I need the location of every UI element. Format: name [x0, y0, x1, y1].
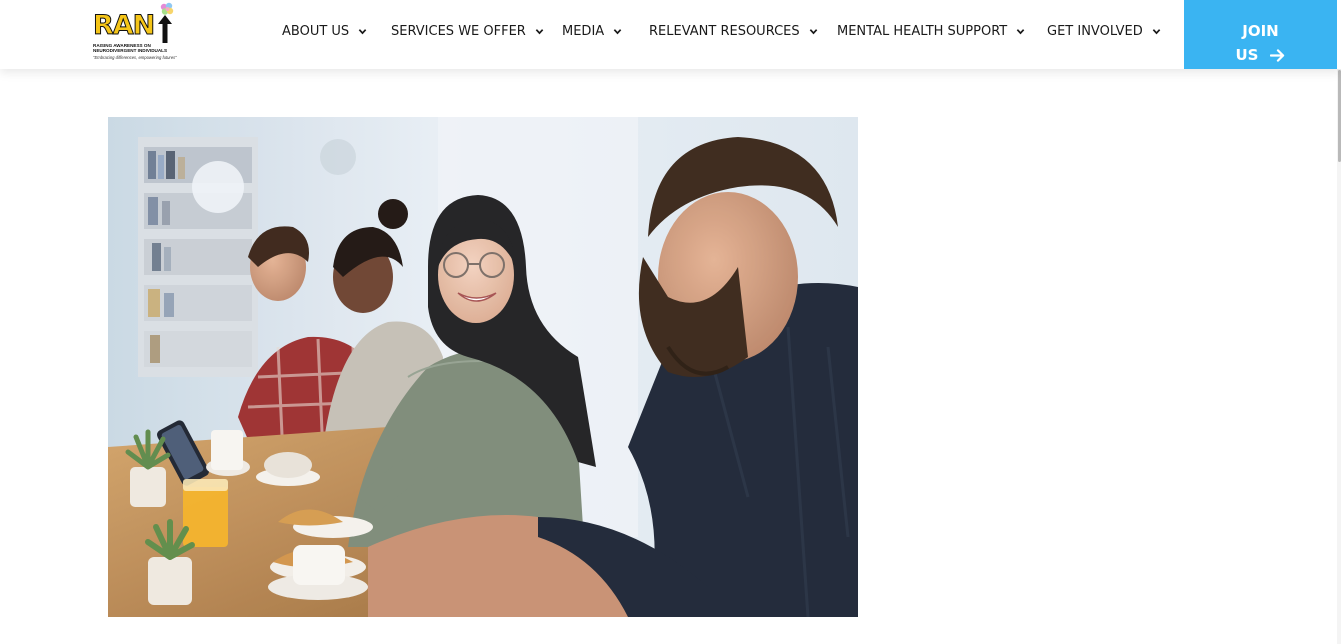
- site-logo[interactable]: RAN RAISING AWARENESS ON NEURODIVERGENT …: [91, 2, 181, 64]
- nav-item-mental-health-support[interactable]: MENTAL HEALTH SUPPORT: [837, 22, 1025, 40]
- nav-item-label: MENTAL HEALTH SUPPORT: [837, 23, 1008, 39]
- logo-subtitle: RAISING AWARENESS ON NEURODIVERGENT INDI…: [93, 43, 179, 53]
- chevron-down-icon: [1152, 28, 1161, 34]
- nav-item-label: GET INVOLVED: [1047, 23, 1143, 39]
- nav-item-relevant-resources[interactable]: RELEVANT RESOURCES: [649, 22, 818, 40]
- chevron-down-icon: [358, 28, 367, 34]
- join-us-button[interactable]: JOIN US: [1184, 0, 1337, 69]
- logo-tagline: "Embracing differences, empowering futur…: [93, 55, 177, 60]
- join-button-line2-row: US: [1184, 46, 1337, 64]
- cafe-group-photo: [108, 117, 858, 617]
- logo-text: RAN: [92, 10, 155, 41]
- chevron-down-icon: [613, 28, 622, 34]
- chevron-down-icon: [1016, 28, 1025, 34]
- nav-item-services-we-offer[interactable]: SERVICES WE OFFER: [391, 22, 544, 40]
- logo-subtitle-line2: NEURODIVERGENT INDIVIDUALS: [93, 48, 168, 53]
- nav-item-label: ABOUT US: [282, 23, 350, 39]
- nav-item-media[interactable]: MEDIA: [562, 22, 622, 40]
- arrow-right-icon: [1270, 48, 1285, 62]
- nav-item-label: SERVICES WE OFFER: [391, 23, 526, 39]
- nav-item-label: MEDIA: [562, 23, 605, 39]
- site-header: RAN RAISING AWARENESS ON NEURODIVERGENT …: [0, 0, 1341, 69]
- nav-item-label: RELEVANT RESOURCES: [649, 23, 800, 39]
- nav-item-about-us[interactable]: ABOUT US: [282, 22, 367, 40]
- chevron-down-icon: [809, 28, 817, 34]
- up-arrow-icon: [158, 15, 172, 43]
- hero-photo: [108, 117, 858, 617]
- nav-item-get-involved[interactable]: GET INVOLVED: [1047, 22, 1161, 40]
- chevron-down-icon: [535, 28, 544, 34]
- join-button-line2: US: [1235, 46, 1259, 64]
- join-button-line1: JOIN: [1242, 22, 1279, 40]
